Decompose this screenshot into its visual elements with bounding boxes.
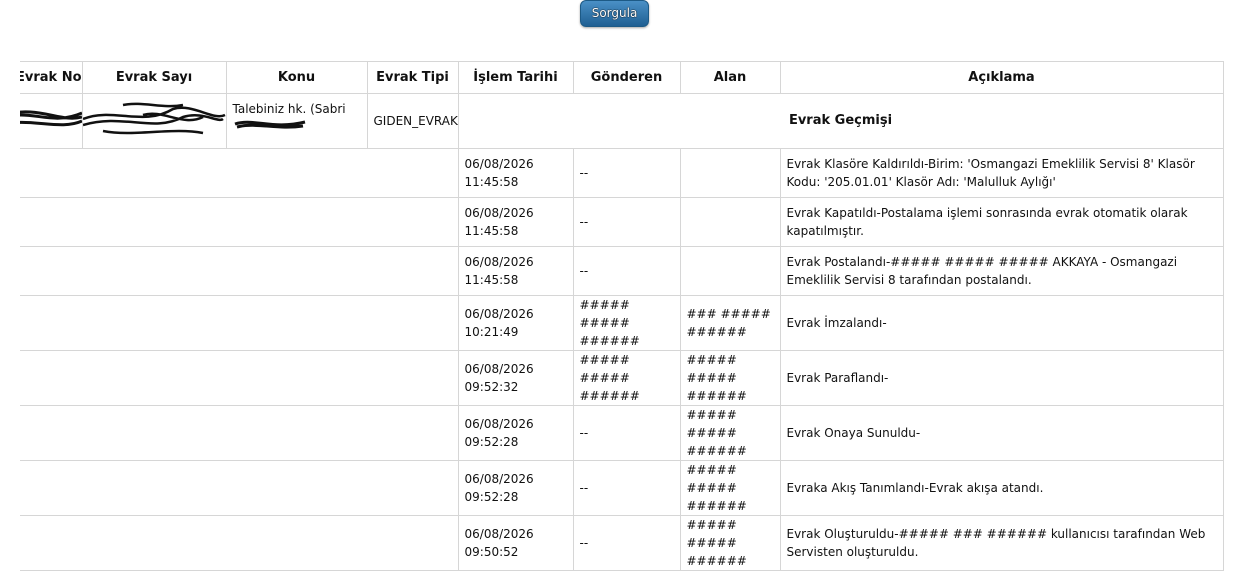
konu-cell: Talebiniz hk. (Sabri: [225, 93, 368, 149]
history-date: 06/08/2026 09:52:32: [457, 350, 574, 406]
history-gonderen: ##### ##### ######: [572, 295, 681, 351]
history-gonderen: --: [572, 460, 681, 516]
redaction-scribble: [20, 110, 82, 127]
history-date: 06/08/2026 09:52:28: [457, 405, 574, 461]
evrak-tipi-cell: GIDEN_EVRAK: [366, 93, 459, 149]
header-evrak-no: Evrak No: [20, 61, 83, 94]
redaction-scribble: [234, 120, 305, 129]
history-aciklama: Evraka Akış Tanımlandı-Evrak akışa atand…: [779, 460, 1224, 516]
evrak-sayi-cell: [81, 93, 227, 149]
header-alan: Alan: [679, 61, 781, 94]
history-date: 06/08/2026 11:45:58: [457, 246, 574, 296]
history-aciklama: Evrak Paraflandı-: [779, 350, 1224, 406]
history-row: 06/08/2026 11:45:58 -- Evrak Kapatıldı-Po…: [20, 197, 1224, 247]
history-aciklama: Evrak Postalandı-##### ##### ##### AKKAY…: [779, 246, 1224, 296]
history-gonderen: --: [572, 515, 681, 571]
evrak-no-cell: [20, 93, 83, 149]
history-date: 06/08/2026 11:45:58: [457, 148, 574, 198]
history-aciklama: Evrak Kapatıldı-Postalama işlemi sonrası…: [779, 197, 1224, 247]
header-evrak-sayi: Evrak Sayı: [81, 61, 227, 94]
history-gonderen: --: [572, 405, 681, 461]
history-aciklama: Evrak Onaya Sunuldu-: [779, 405, 1224, 461]
history-row: 06/08/2026 11:45:58 -- Evrak Postalandı-#…: [20, 246, 1224, 296]
document-history-table: Evrak No Evrak Sayı Konu Evrak Tipi İşle…: [20, 61, 1224, 571]
history-gonderen: --: [572, 246, 681, 296]
history-date: 06/08/2026 09:52:28: [457, 460, 574, 516]
history-date: 06/08/2026 11:45:58: [457, 197, 574, 247]
history-gonderen: ##### ##### ######: [572, 350, 681, 406]
header-konu: Konu: [225, 61, 368, 94]
history-aciklama: Evrak İmzalandı-: [779, 295, 1224, 351]
history-alan: ##### ##### ######: [679, 350, 781, 406]
sorgula-button[interactable]: Sorgula: [580, 0, 649, 27]
history-date: 06/08/2026 09:50:52: [457, 515, 574, 571]
history-gonderen: --: [572, 197, 681, 247]
history-row: 06/08/2026 10:21:49 ##### ##### ###### ##…: [20, 295, 1224, 351]
history-date: 06/08/2026 10:21:49: [457, 295, 574, 351]
table-header-row: Evrak No Evrak Sayı Konu Evrak Tipi İşle…: [20, 61, 1224, 94]
history-aciklama: Evrak Oluşturuldu-##### ### ###### kulla…: [779, 515, 1224, 571]
header-aciklama: Açıklama: [779, 61, 1224, 94]
history-alan: [679, 148, 781, 198]
header-islem-tarihi: İşlem Tarihi: [457, 61, 574, 94]
history-row: 06/08/2026 09:50:52 -- ##### ##### ######…: [20, 515, 1224, 571]
history-row: 06/08/2026 09:52:32 ##### ##### ###### ##…: [20, 350, 1224, 406]
history-alan: ##### ##### ######: [679, 405, 781, 461]
konu-text: Talebiniz hk. (Sabri: [232, 102, 346, 116]
history-aciklama: Evrak Klasöre Kaldırıldı-Birim: 'Osmanga…: [779, 148, 1224, 198]
history-alan: ##### ##### ######: [679, 515, 781, 571]
history-gonderen: --: [572, 148, 681, 198]
history-row: 06/08/2026 11:45:58 -- Evrak Klasöre Kald…: [20, 148, 1224, 198]
history-alan: ##### ##### ######: [679, 460, 781, 516]
header-evrak-tipi: Evrak Tipi: [366, 61, 459, 94]
history-row: 06/08/2026 09:52:28 -- ##### ##### ######…: [20, 460, 1224, 516]
history-alan: [679, 197, 781, 247]
redaction-scribble: [82, 102, 226, 135]
header-gonderen: Gönderen: [572, 61, 681, 94]
history-row: 06/08/2026 09:52:28 -- ##### ##### ######…: [20, 405, 1224, 461]
history-alan: [679, 246, 781, 296]
history-title: Evrak Geçmişi: [457, 93, 1224, 149]
document-row: Talebiniz hk. (Sabri GIDEN_EVRAK Evrak G…: [20, 93, 1224, 149]
history-alan: ### ##### ######: [679, 295, 781, 351]
